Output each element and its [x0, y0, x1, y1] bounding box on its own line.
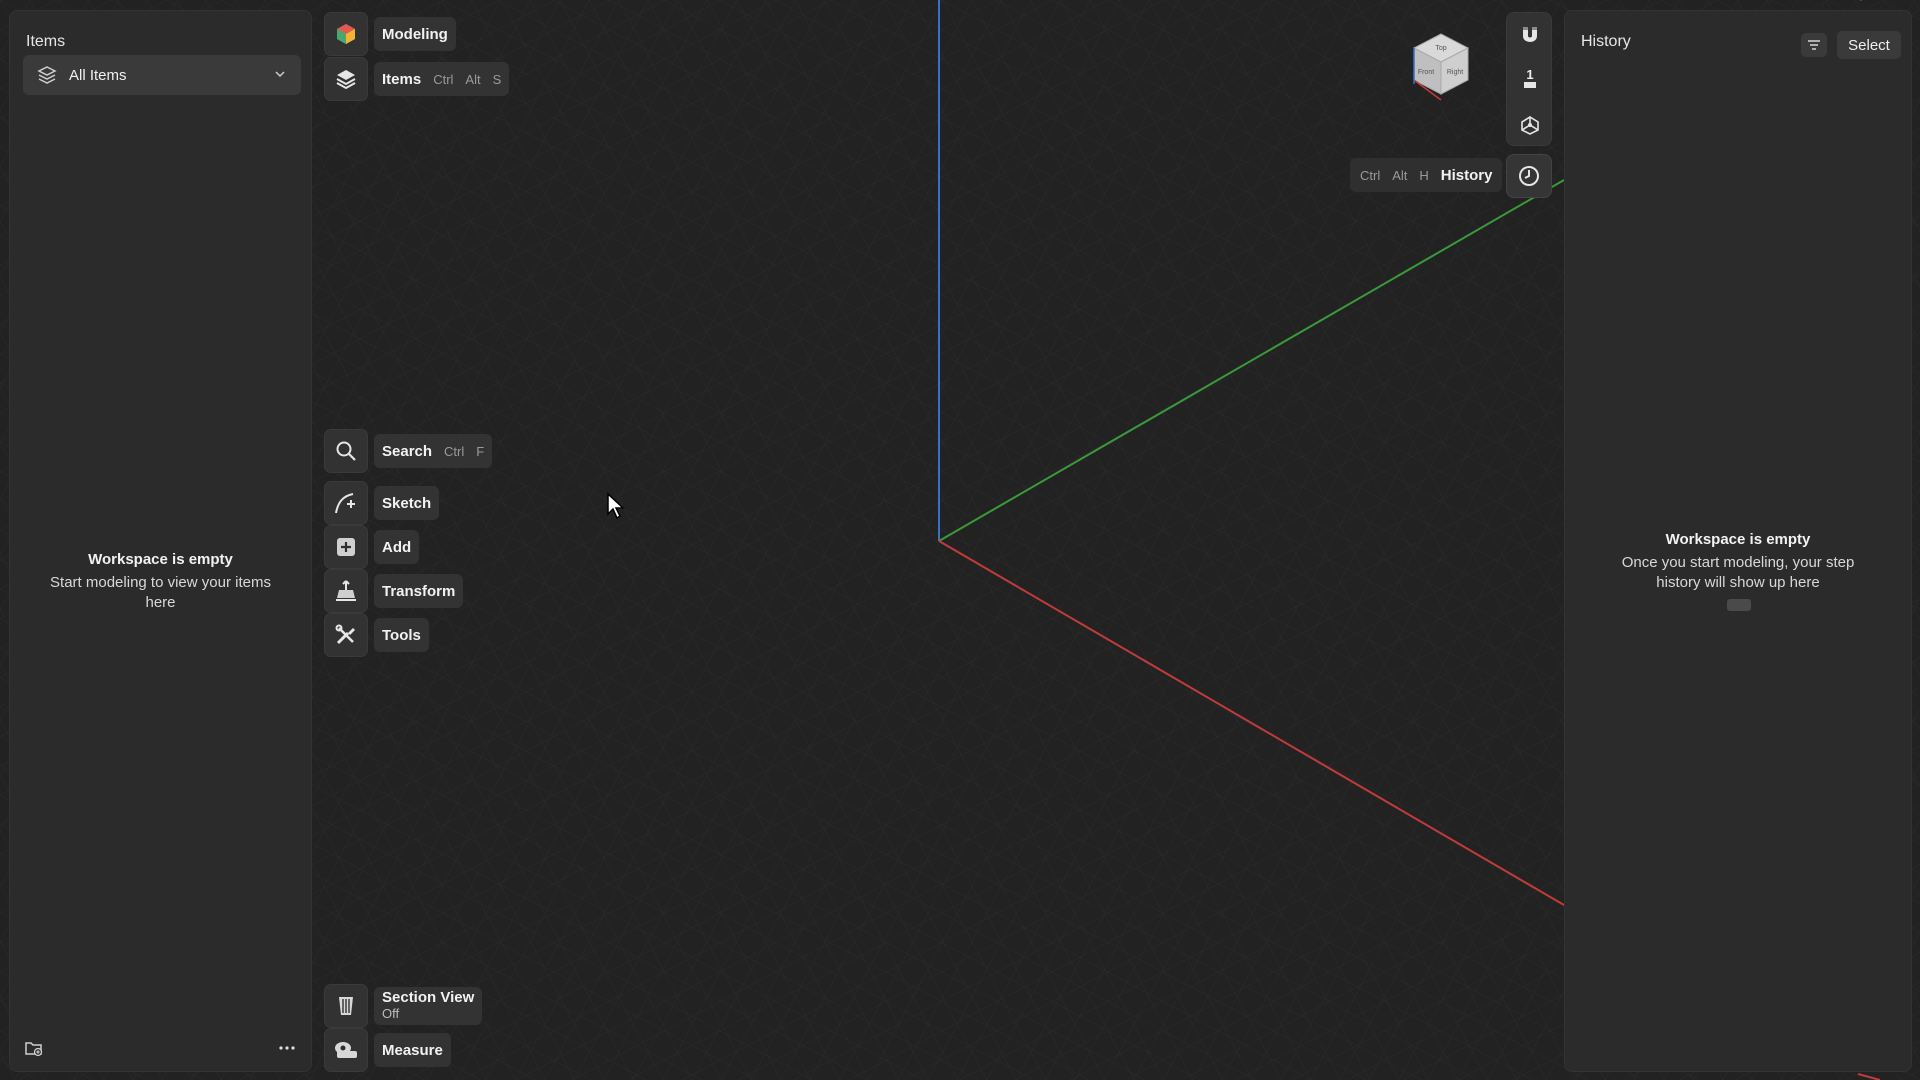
- items-button[interactable]: [324, 57, 368, 101]
- history-placeholder-chip: [1727, 599, 1751, 611]
- magnet-icon: [1523, 27, 1537, 42]
- scale-value: 1: [1526, 67, 1534, 82]
- clock-icon: [1519, 166, 1539, 186]
- mouse-cursor-icon: [607, 492, 625, 520]
- shortcut-key: Ctrl: [444, 443, 465, 459]
- tools-icon: [335, 624, 355, 645]
- items-filter-dropdown[interactable]: All Items: [23, 55, 301, 95]
- cube-face-right: Right: [1447, 69, 1463, 76]
- section-view-title: Section View: [382, 989, 475, 1006]
- shortcut-key: Alt: [1392, 167, 1408, 183]
- modeling-mode-label[interactable]: Modeling: [374, 17, 456, 51]
- search-label[interactable]: Search Ctrl F: [374, 434, 493, 468]
- measure-icon: [335, 1042, 357, 1058]
- app-window: Items All Items Workspace is empty Start…: [0, 0, 1920, 1080]
- measure-button[interactable]: [324, 1028, 368, 1072]
- sketch-button[interactable]: [324, 481, 368, 525]
- cube-face-front: Front: [1418, 69, 1434, 76]
- tools-button[interactable]: [324, 613, 368, 657]
- sketch-label[interactable]: Sketch: [374, 486, 440, 520]
- history-select-button[interactable]: Select: [1837, 31, 1901, 59]
- magnet-button[interactable]: [1507, 15, 1553, 55]
- more-icon: [279, 1046, 295, 1050]
- cube-logo-icon: [337, 24, 355, 44]
- search-button[interactable]: [324, 429, 368, 473]
- shortcut-key: F: [476, 443, 485, 459]
- items-panel-title: Items: [26, 33, 66, 50]
- history-empty-state: Workspace is empty Once you start modeli…: [1565, 531, 1911, 593]
- modeling-mode-button[interactable]: [324, 12, 368, 56]
- history-toggle-button[interactable]: [1506, 154, 1552, 198]
- view-cube[interactable]: Top Front Right: [1406, 28, 1476, 108]
- history-hint-label: Ctrl Alt H History: [1350, 158, 1503, 192]
- folder-add-icon: [25, 1042, 43, 1057]
- history-empty-desc: Once you start modeling, your step histo…: [1621, 554, 1855, 591]
- items-filter-label: All Items: [69, 66, 127, 84]
- transform-button[interactable]: [324, 569, 368, 613]
- section-view-state: Off: [382, 1006, 400, 1021]
- orientation-icon: [1521, 116, 1539, 135]
- orientation-button[interactable]: [1507, 105, 1553, 145]
- transform-row: Transform: [324, 569, 464, 613]
- view-tools-toolbar: 1: [1506, 12, 1552, 146]
- tools-label[interactable]: Tools: [374, 618, 429, 652]
- items-label[interactable]: Items Ctrl Alt S: [374, 62, 510, 96]
- sketch-row: Sketch: [324, 481, 440, 525]
- add-button[interactable]: [324, 525, 368, 569]
- measure-row: Measure: [324, 1028, 451, 1072]
- items-empty-title: Workspace is empty: [88, 551, 233, 568]
- items-row: Items Ctrl Alt S: [324, 57, 510, 101]
- history-empty-title: Workspace is empty: [1665, 531, 1811, 548]
- add-row: Add: [324, 525, 420, 569]
- scale-button[interactable]: 1: [1507, 59, 1553, 99]
- section-view-button[interactable]: [324, 984, 368, 1028]
- transform-label[interactable]: Transform: [374, 574, 464, 608]
- history-hint-text: History: [1440, 166, 1493, 184]
- search-icon: [336, 441, 356, 461]
- history-panel-title: History: [1581, 33, 1631, 50]
- modeling-mode-row: Modeling: [324, 12, 456, 56]
- chevron-down-icon: [275, 71, 285, 78]
- search-label-text: Search: [382, 442, 433, 460]
- section-view-icon: [339, 997, 353, 1015]
- measure-label[interactable]: Measure: [374, 1033, 451, 1067]
- section-view-label[interactable]: Section View Off: [374, 987, 483, 1025]
- shortcut-key: S: [492, 71, 502, 87]
- sketch-icon: [335, 493, 355, 514]
- section-view-row: Section View Off: [324, 984, 483, 1028]
- layers-icon: [37, 66, 57, 84]
- more-options-button[interactable]: [273, 1035, 301, 1061]
- scale-icon: [1524, 82, 1536, 88]
- shortcut-key: Ctrl: [1360, 167, 1381, 183]
- search-row: Search Ctrl F: [324, 429, 493, 473]
- history-panel: History Select Workspace is empty Once y…: [1564, 10, 1912, 1072]
- items-panel: Items All Items Workspace is empty Start…: [9, 10, 312, 1072]
- shortcut-key: Ctrl: [433, 71, 454, 87]
- cube-face-top: Top: [1435, 45, 1446, 52]
- add-shape-icon: [337, 538, 355, 556]
- shortcut-key: Alt: [465, 71, 481, 87]
- transform-icon: [336, 580, 356, 601]
- items-empty-desc: Start modeling to view your items here: [50, 574, 271, 611]
- tools-row: Tools: [324, 613, 429, 657]
- history-filter-button[interactable]: [1801, 33, 1827, 57]
- add-label[interactable]: Add: [374, 530, 420, 564]
- items-empty-state: Workspace is empty Start modeling to vie…: [10, 551, 311, 613]
- layers-icon: [336, 70, 356, 90]
- shortcut-key: H: [1419, 167, 1429, 183]
- filter-icon: [1808, 40, 1820, 50]
- items-label-text: Items: [382, 70, 422, 88]
- new-folder-button[interactable]: [21, 1035, 47, 1061]
